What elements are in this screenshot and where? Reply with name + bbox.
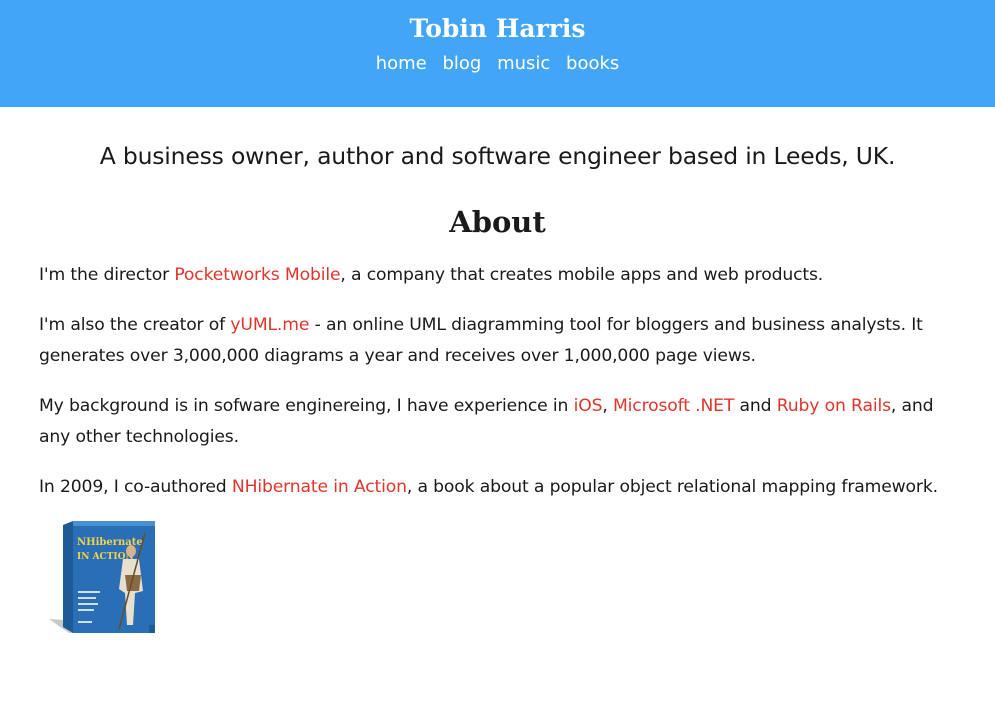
nav-books[interactable]: books: [566, 53, 619, 74]
text: ,: [602, 396, 613, 416]
paragraph-book: In 2009, I co-authored NHibernate in Act…: [39, 472, 956, 503]
ios-link[interactable]: iOS: [574, 396, 603, 416]
site-title-link[interactable]: Tobin Harris: [409, 11, 585, 47]
text: My background is in sofware enginereing,…: [39, 396, 574, 416]
nav-music[interactable]: music: [497, 53, 550, 74]
rails-link[interactable]: Ruby on Rails: [777, 396, 891, 416]
text: I'm the director: [39, 265, 175, 285]
site-header: Tobin Harris home blog music books: [0, 0, 995, 107]
dotnet-link[interactable]: Microsoft .NET: [613, 396, 734, 416]
pocketworks-link[interactable]: Pocketworks Mobile: [174, 265, 340, 285]
nav-home[interactable]: home: [376, 53, 427, 74]
text: In 2009, I co-authored: [39, 477, 232, 497]
nav-blog[interactable]: blog: [442, 53, 481, 74]
main-nav: home blog music books: [0, 51, 995, 77]
tagline: A business owner, author and software en…: [99, 142, 896, 170]
paragraph-director: I'm the director Pocketworks Mobile, a c…: [39, 260, 956, 291]
about-heading: About: [449, 205, 546, 239]
book-cover-graphic: NHibernate IN ACTION: [49, 521, 155, 633]
main-content: A business owner, author and software en…: [0, 140, 995, 639]
paragraph-yuml: I'm also the creator of yUML.me - an onl…: [39, 310, 956, 372]
paragraph-background: My background is in sofware enginereing,…: [39, 391, 956, 453]
text: and: [734, 396, 777, 416]
text: , a book about a popular object relation…: [406, 477, 938, 497]
text: , a company that creates mobile apps and…: [340, 265, 824, 285]
text: I'm also the creator of: [39, 315, 231, 335]
yuml-link[interactable]: yUML.me: [230, 315, 309, 335]
nhibernate-link[interactable]: NHibernate in Action: [232, 477, 407, 497]
book-cover-image[interactable]: NHibernate IN ACTION: [49, 521, 157, 639]
